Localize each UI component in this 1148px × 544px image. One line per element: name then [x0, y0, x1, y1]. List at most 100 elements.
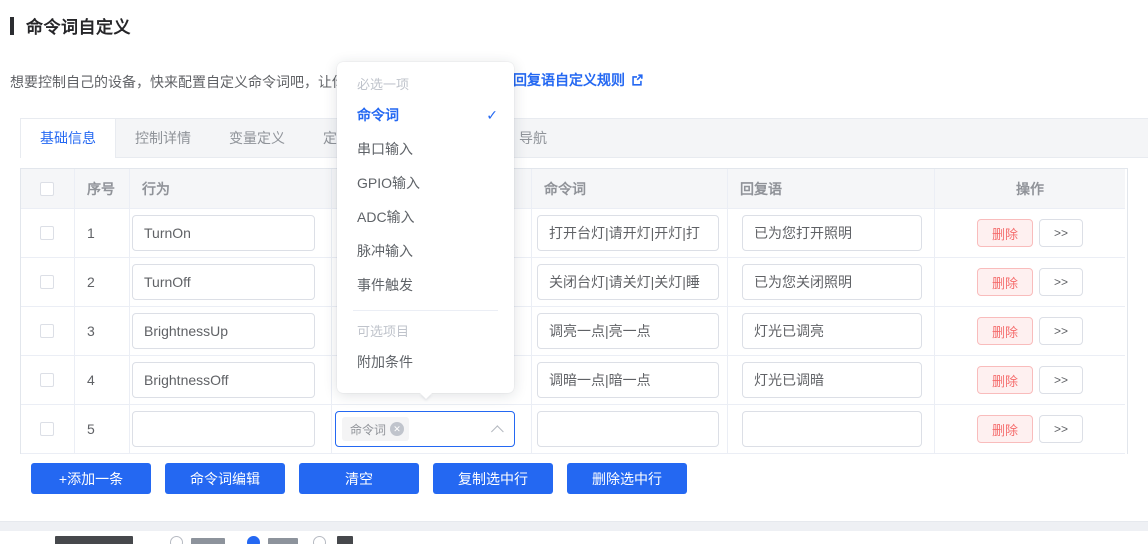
row1-checkbox[interactable]	[40, 226, 54, 240]
row5-delete-button[interactable]: 删除	[977, 415, 1033, 443]
option-label: 命令词	[357, 107, 399, 123]
row1-reply-input[interactable]	[742, 215, 922, 251]
row1-delete-button[interactable]: 删除	[977, 219, 1033, 247]
clear-button[interactable]: 清空	[299, 463, 419, 494]
tab-variable-definition[interactable]: 变量定义	[210, 119, 304, 159]
row1-command-input[interactable]	[537, 215, 719, 251]
row4-reply-input[interactable]	[742, 362, 922, 398]
dropdown-option-pulse-input[interactable]: 脉冲输入	[337, 234, 514, 268]
partial-radio-1-label	[191, 538, 225, 544]
command-table: 序号 行为 命令词 回复语 操作 1 删除 >> 2	[20, 168, 1128, 454]
col-header-actions: 操作	[935, 169, 1125, 209]
row1-actions-cell: 删除 >>	[935, 209, 1125, 258]
row2-reply-input[interactable]	[742, 264, 922, 300]
tab-bar: 基础信息 控制详情 变量定义 定 导航	[20, 118, 1148, 158]
trigger-tag-label: 命令词	[350, 422, 387, 437]
row2-command-cell	[532, 258, 728, 307]
dropdown-arrow	[419, 393, 432, 399]
row2-checkbox[interactable]	[40, 275, 54, 289]
row2-index: 2	[75, 258, 130, 307]
add-row-button[interactable]: +添加一条	[31, 463, 151, 494]
partial-radio-3-label	[337, 536, 353, 544]
row1-index: 1	[75, 209, 130, 258]
row4-reply-cell	[728, 356, 935, 405]
dropdown-option-serial-input[interactable]: 串口输入	[337, 132, 514, 166]
row2-expand-button[interactable]: >>	[1039, 268, 1083, 296]
row3-command-cell	[532, 307, 728, 356]
row1-expand-button[interactable]: >>	[1039, 219, 1083, 247]
edit-command-words-button[interactable]: 命令词编辑	[165, 463, 285, 494]
row5-check-cell	[21, 405, 75, 454]
trigger-type-select[interactable]: 命令词 ✕	[335, 411, 515, 447]
row5-trigger-cell: 命令词 ✕	[332, 405, 532, 454]
row3-check-cell	[21, 307, 75, 356]
table-body: 1 删除 >> 2 删除 >>	[21, 209, 1127, 454]
tag-remove-icon[interactable]: ✕	[390, 422, 405, 436]
row4-behavior-input[interactable]	[132, 362, 315, 398]
delete-selected-rows-button[interactable]: 删除选中行	[567, 463, 687, 494]
row1-behavior-input[interactable]	[132, 215, 315, 251]
row2-behavior-input[interactable]	[132, 264, 315, 300]
table-row-3: 3 删除 >>	[21, 307, 1127, 356]
row3-command-input[interactable]	[537, 313, 719, 349]
row4-behavior-cell	[130, 356, 332, 405]
row3-checkbox[interactable]	[40, 324, 54, 338]
tab-basic-info[interactable]: 基础信息	[20, 118, 116, 158]
row1-reply-cell	[728, 209, 935, 258]
row2-delete-button[interactable]: 删除	[977, 268, 1033, 296]
row2-check-cell	[21, 258, 75, 307]
row3-delete-button[interactable]: 删除	[977, 317, 1033, 345]
row4-command-cell	[532, 356, 728, 405]
row5-reply-input[interactable]	[742, 411, 922, 447]
dropdown-option-adc-input[interactable]: ADC输入	[337, 200, 514, 234]
next-section-partial	[33, 531, 1148, 544]
partial-radio-2-label	[268, 538, 298, 544]
col-header-reply: 回复语	[728, 169, 935, 209]
reply-rules-link[interactable]: 回复语自定义规则	[513, 70, 644, 90]
select-all-checkbox[interactable]	[40, 181, 54, 196]
row4-checkbox[interactable]	[40, 373, 54, 387]
row3-reply-input[interactable]	[742, 313, 922, 349]
col-header-index: 序号	[75, 169, 130, 209]
tab-control-detail[interactable]: 控制详情	[116, 119, 210, 159]
table-row-4: 4 删除 >>	[21, 356, 1127, 405]
row2-command-input[interactable]	[537, 264, 719, 300]
row1-command-cell	[532, 209, 728, 258]
row2-reply-cell	[728, 258, 935, 307]
row4-actions-cell: 删除 >>	[935, 356, 1125, 405]
dropdown-option-event-trigger[interactable]: 事件触发	[337, 268, 514, 302]
row4-command-input[interactable]	[537, 362, 719, 398]
dropdown-option-extra-condition[interactable]: 附加条件	[337, 345, 514, 379]
check-icon: ✓	[486, 107, 498, 123]
partial-label	[55, 536, 133, 544]
partial-radio-1[interactable]	[170, 536, 183, 544]
row4-check-cell	[21, 356, 75, 405]
row3-behavior-input[interactable]	[132, 313, 315, 349]
partial-radio-3[interactable]	[313, 536, 326, 544]
col-header-behavior: 行为	[130, 169, 332, 209]
row5-expand-button[interactable]: >>	[1039, 415, 1083, 443]
trigger-type-dropdown: 必选一项 命令词 ✓ 串口输入 GPIO输入 ADC输入 脉冲输入 事件触发 可…	[337, 62, 514, 399]
row4-expand-button[interactable]: >>	[1039, 366, 1083, 394]
row5-checkbox[interactable]	[40, 422, 54, 436]
row3-reply-cell	[728, 307, 935, 356]
col-header-command: 命令词	[532, 169, 728, 209]
row1-check-cell	[21, 209, 75, 258]
page-title-row: 命令词自定义	[10, 13, 131, 38]
row5-behavior-input[interactable]	[132, 411, 315, 447]
row3-behavior-cell	[130, 307, 332, 356]
dropdown-option-command-word[interactable]: 命令词 ✓	[337, 98, 514, 132]
row4-index: 4	[75, 356, 130, 405]
row3-expand-button[interactable]: >>	[1039, 317, 1083, 345]
copy-selected-rows-button[interactable]: 复制选中行	[433, 463, 553, 494]
title-accent-bar	[10, 16, 14, 35]
dropdown-option-gpio-input[interactable]: GPIO输入	[337, 166, 514, 200]
trigger-tag: 命令词 ✕	[342, 417, 410, 441]
chevron-up-icon[interactable]	[491, 424, 504, 438]
row4-delete-button[interactable]: 删除	[977, 366, 1033, 394]
table-row-1: 1 删除 >>	[21, 209, 1127, 258]
header-select-all-cell	[21, 169, 75, 209]
row5-command-input[interactable]	[537, 411, 719, 447]
partial-radio-2-selected[interactable]	[247, 536, 260, 544]
dropdown-divider	[353, 310, 498, 311]
